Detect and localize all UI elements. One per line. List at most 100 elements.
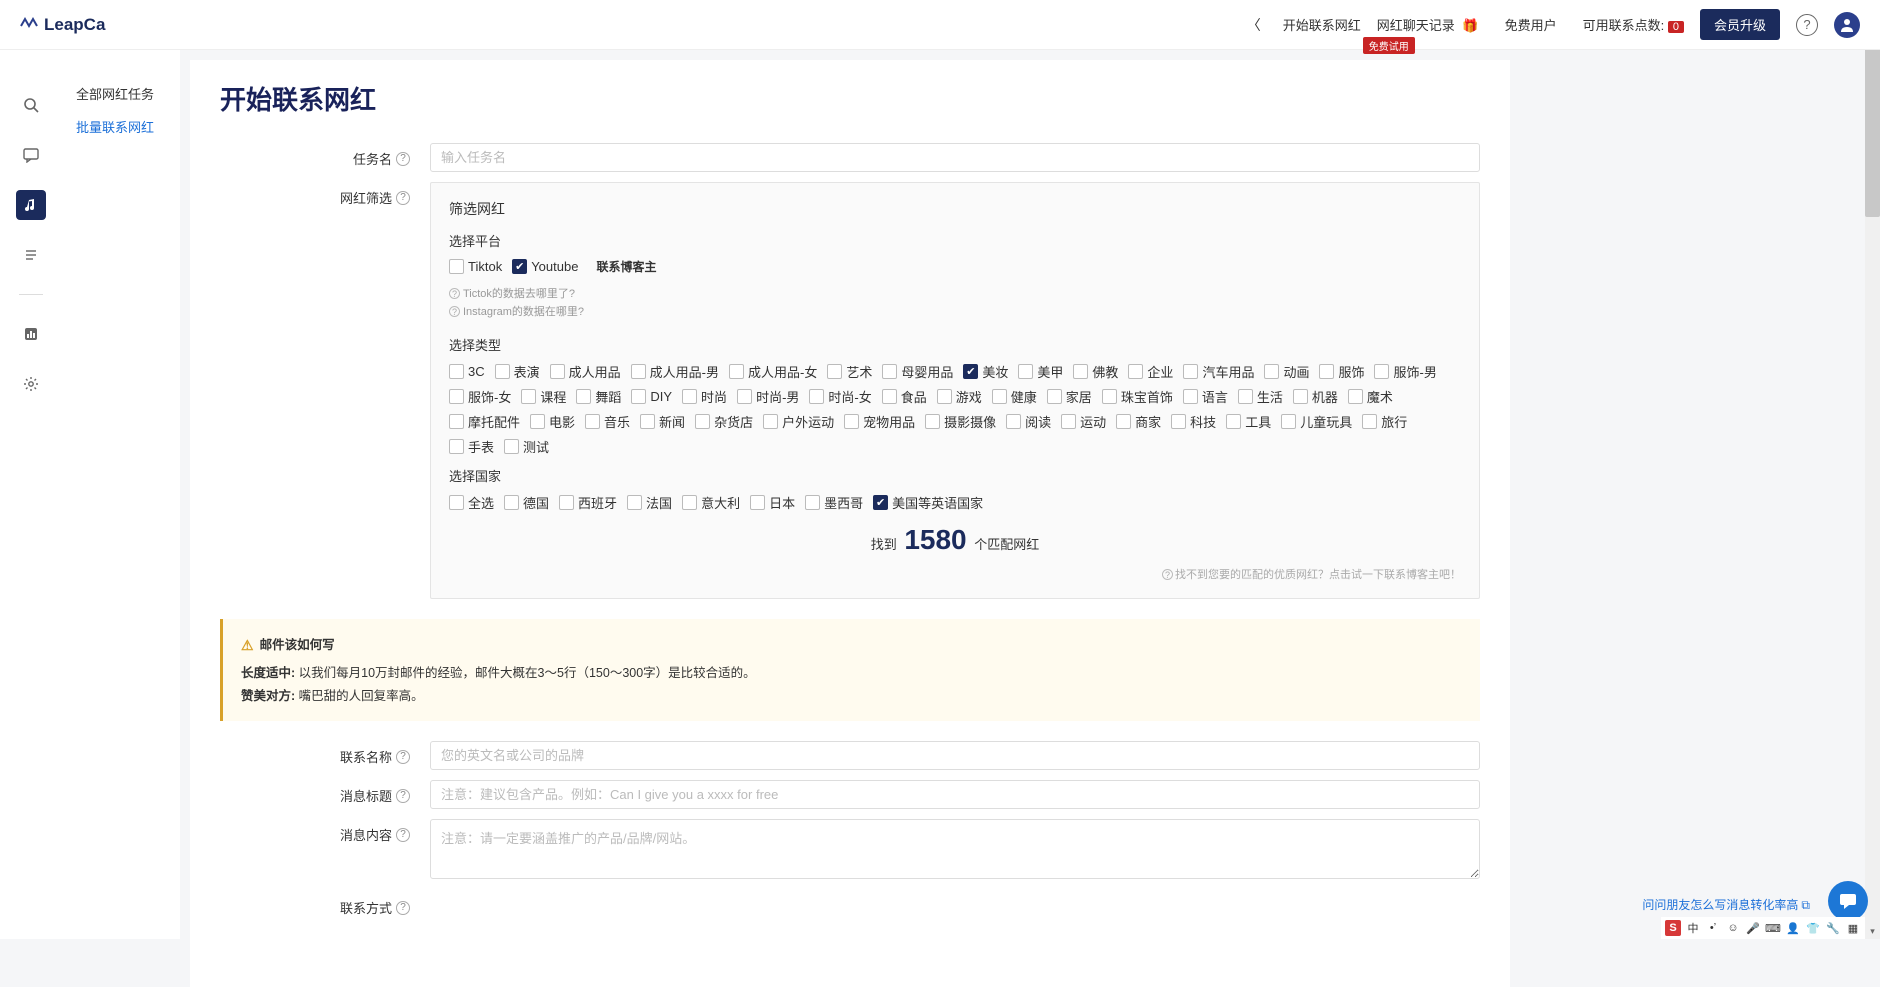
type-checkbox[interactable]: DIY <box>631 389 672 404</box>
platform-tiktok-checkbox[interactable]: Tiktok <box>449 259 502 274</box>
type-checkbox[interactable]: 测试 <box>504 437 549 456</box>
country-checkbox[interactable]: 墨西哥 <box>805 493 863 512</box>
scrollbar[interactable]: ▴ ▾ <box>1865 0 1880 939</box>
contact-blogger-link[interactable]: 联系博客主 <box>596 258 656 275</box>
type-checkbox[interactable]: 健康 <box>992 387 1037 406</box>
country-checkbox[interactable]: 全选 <box>449 493 494 512</box>
help-icon[interactable]: ? <box>396 828 410 842</box>
faq-instagram[interactable]: ?Instagram的数据在哪里? <box>449 303 1461 319</box>
country-checkbox[interactable]: ✔美国等英语国家 <box>873 493 983 512</box>
type-checkbox[interactable]: 成人用品 <box>550 362 621 381</box>
type-checkbox[interactable]: 儿童玩具 <box>1281 412 1352 431</box>
type-checkbox[interactable]: 成人用品-男 <box>631 362 719 381</box>
type-checkbox[interactable]: 企业 <box>1128 362 1173 381</box>
type-checkbox[interactable]: 艺术 <box>827 362 872 381</box>
ime-tool-icon[interactable]: 🔧 <box>1825 920 1841 936</box>
type-checkbox[interactable]: 动画 <box>1264 362 1309 381</box>
type-checkbox[interactable]: 新闻 <box>640 412 685 431</box>
type-checkbox[interactable]: 3C <box>449 364 485 379</box>
task-name-input[interactable] <box>430 143 1480 172</box>
type-checkbox[interactable]: 手表 <box>449 437 494 456</box>
type-checkbox[interactable]: 时尚-男 <box>737 387 799 406</box>
type-checkbox[interactable]: 时尚-女 <box>809 387 871 406</box>
chat-bubble-button[interactable] <box>1828 881 1868 921</box>
ime-keyboard-icon[interactable]: ⌨ <box>1765 920 1781 936</box>
nav-chat-log[interactable]: 网红聊天记录 🎁 免费试用 <box>1377 15 1479 34</box>
country-checkbox[interactable]: 西班牙 <box>559 493 617 512</box>
chart-icon[interactable] <box>16 319 46 349</box>
ime-skin-icon[interactable]: 👕 <box>1805 920 1821 936</box>
msg-title-input[interactable] <box>430 780 1480 809</box>
type-checkbox[interactable]: 工具 <box>1226 412 1271 431</box>
search-icon[interactable] <box>16 90 46 120</box>
ime-grid-icon[interactable]: ▦ <box>1845 920 1861 936</box>
ime-mic-icon[interactable]: 🎤 <box>1745 920 1761 936</box>
type-checkbox[interactable]: 珠宝首饰 <box>1102 387 1173 406</box>
country-checkbox[interactable]: 法国 <box>627 493 672 512</box>
faq-tiktok[interactable]: ?Tictok的数据去哪里了? <box>449 285 1461 301</box>
type-checkbox[interactable]: 阅读 <box>1006 412 1051 431</box>
type-checkbox[interactable]: 表演 <box>495 362 540 381</box>
type-checkbox[interactable]: 音乐 <box>585 412 630 431</box>
country-checkbox[interactable]: 德国 <box>504 493 549 512</box>
type-checkbox[interactable]: ✔美妆 <box>963 362 1008 381</box>
list-icon[interactable] <box>16 240 46 270</box>
type-checkbox[interactable]: 生活 <box>1238 387 1283 406</box>
type-checkbox[interactable]: 汽车用品 <box>1183 362 1254 381</box>
type-checkbox[interactable]: 服饰-女 <box>449 387 511 406</box>
help-icon[interactable]: ? <box>396 152 410 166</box>
type-checkbox[interactable]: 佛教 <box>1073 362 1118 381</box>
country-checkbox[interactable]: 意大利 <box>682 493 740 512</box>
type-checkbox[interactable]: 宠物用品 <box>844 412 915 431</box>
type-checkbox[interactable]: 机器 <box>1293 387 1338 406</box>
gear-icon[interactable] <box>16 369 46 399</box>
type-checkbox[interactable]: 母婴用品 <box>882 362 953 381</box>
type-checkbox[interactable]: 魔术 <box>1348 387 1393 406</box>
ime-logo-icon[interactable]: S <box>1665 920 1681 936</box>
upgrade-button[interactable]: 会员升级 <box>1700 9 1780 40</box>
type-checkbox[interactable]: 商家 <box>1116 412 1161 431</box>
ask-friend-link[interactable]: 问问朋友怎么写消息转化率高⧉ <box>1642 896 1810 913</box>
type-checkbox[interactable]: 家居 <box>1047 387 1092 406</box>
type-checkbox[interactable]: 课程 <box>521 387 566 406</box>
chat-icon[interactable] <box>16 140 46 170</box>
type-checkbox[interactable]: 摄影摄像 <box>925 412 996 431</box>
chevron-left-icon[interactable]: 〈 <box>1247 15 1261 35</box>
msg-body-textarea[interactable] <box>430 819 1480 879</box>
type-checkbox[interactable]: 杂货店 <box>695 412 753 431</box>
logo[interactable]: LeapCa <box>20 15 105 35</box>
type-checkbox[interactable]: 时尚 <box>682 387 727 406</box>
type-checkbox[interactable]: 语言 <box>1183 387 1228 406</box>
avatar[interactable] <box>1834 12 1860 38</box>
type-checkbox[interactable]: 游戏 <box>937 387 982 406</box>
sidebar-link-batch[interactable]: 批量联系网红 <box>76 117 154 136</box>
help-icon[interactable]: ? <box>396 191 410 205</box>
ime-user-icon[interactable]: 👤 <box>1785 920 1801 936</box>
platform-youtube-checkbox[interactable]: ✔Youtube <box>512 259 578 274</box>
type-checkbox[interactable]: 服饰 <box>1319 362 1364 381</box>
ime-punct-icon[interactable]: •ʼ <box>1705 920 1721 936</box>
help-icon[interactable]: ? <box>396 750 410 764</box>
help-icon[interactable]: ? <box>396 901 410 915</box>
type-checkbox[interactable]: 旅行 <box>1362 412 1407 431</box>
type-checkbox[interactable]: 摩托配件 <box>449 412 520 431</box>
type-checkbox[interactable]: 美甲 <box>1018 362 1063 381</box>
scroll-down-icon[interactable]: ▾ <box>1865 924 1880 939</box>
type-checkbox[interactable]: 户外运动 <box>763 412 834 431</box>
type-checkbox[interactable]: 电影 <box>530 412 575 431</box>
type-checkbox[interactable]: 服饰-男 <box>1374 362 1436 381</box>
ime-zhong-icon[interactable]: 中 <box>1685 920 1701 936</box>
sidebar-link-all-tasks[interactable]: 全部网红任务 <box>76 84 154 103</box>
type-checkbox[interactable]: 食品 <box>882 387 927 406</box>
help-icon[interactable]: ? <box>396 789 410 803</box>
nav-start-contact[interactable]: 开始联系网红 <box>1283 15 1361 34</box>
ime-face-icon[interactable]: ☺ <box>1725 920 1741 936</box>
type-checkbox[interactable]: 舞蹈 <box>576 387 621 406</box>
type-checkbox[interactable]: 运动 <box>1061 412 1106 431</box>
type-checkbox[interactable]: 成人用品-女 <box>729 362 817 381</box>
contact-name-input[interactable] <box>430 741 1480 770</box>
music-note-icon[interactable] <box>16 190 46 220</box>
country-checkbox[interactable]: 日本 <box>750 493 795 512</box>
help-icon[interactable]: ? <box>1796 14 1818 36</box>
type-checkbox[interactable]: 科技 <box>1171 412 1216 431</box>
